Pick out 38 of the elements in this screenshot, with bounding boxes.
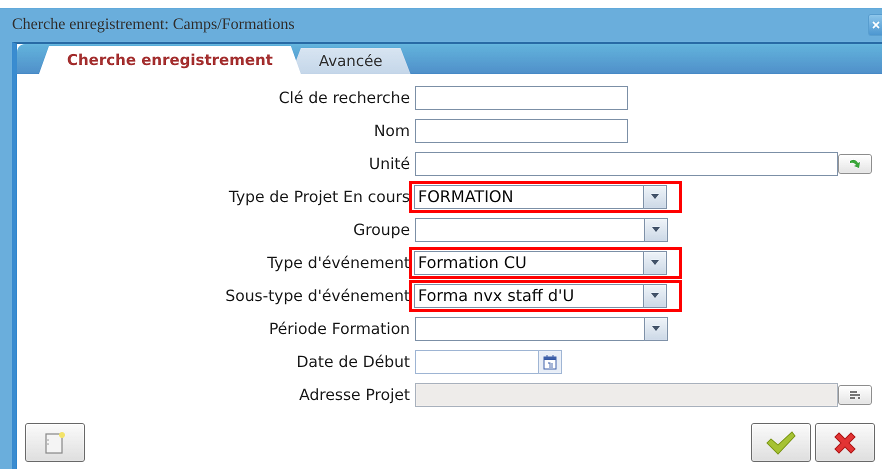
input-field[interactable] [415,86,628,110]
caret-icon [652,227,660,232]
field-label: Type d'événement [267,254,410,272]
field-label: Clé de recherche [278,88,410,106]
checkmark-icon [765,430,797,456]
document-icon [44,430,66,454]
ok-button[interactable] [751,423,811,462]
field-label: Groupe [353,220,410,238]
field-label: Sous-type d'événement [225,286,410,304]
field-label: Unité [368,154,410,172]
calendar-icon[interactable] [543,354,557,370]
field-label: Période Formation [268,320,410,338]
list-icon [849,390,861,398]
dropdown[interactable]: FORMATION [414,184,667,208]
close-icon [872,21,880,29]
dropdown[interactable]: Formation CU [414,250,667,274]
caret-icon [651,293,659,298]
dropdown[interactable] [415,218,668,242]
arrow-icon [848,158,862,170]
new-button[interactable] [25,423,85,462]
field-label: Date de Début [296,352,410,370]
field-label: Nom [374,122,410,140]
field-label: Adresse Projet [299,386,410,404]
cancel-button[interactable] [815,423,875,462]
field-label: Type de Projet En cours [228,188,410,206]
caret-icon [651,260,659,265]
window-title: Cherche enregistrement: Camps/Formations [12,16,295,34]
dropdown[interactable] [415,316,668,340]
tab[interactable]: Cherche enregistrement [39,46,301,74]
close-button[interactable] [868,14,882,36]
caret-icon [651,194,659,199]
input-field[interactable] [415,152,838,176]
caret-icon [652,326,660,331]
dropdown[interactable]: Forma nvx staff d'U [414,284,667,308]
date-field[interactable] [415,350,562,374]
lookup-button[interactable] [838,384,872,404]
lookup-button[interactable] [838,154,872,174]
input-field[interactable] [415,118,628,142]
